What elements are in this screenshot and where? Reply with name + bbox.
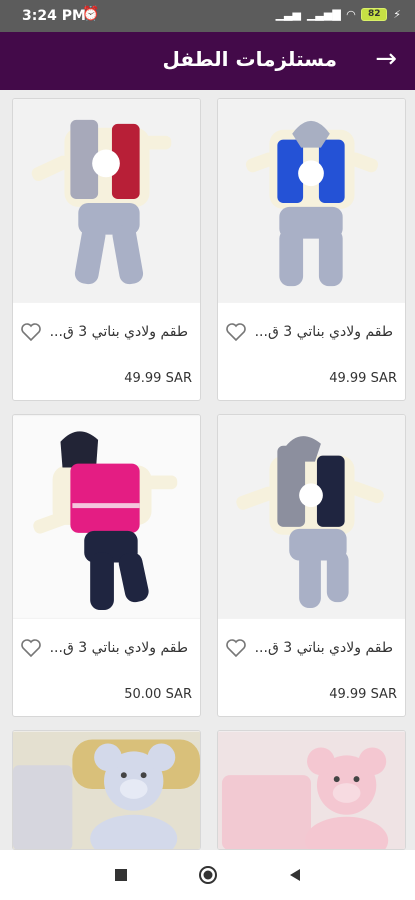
- back-arrow-icon[interactable]: →: [375, 44, 397, 74]
- wifi-icon: ◠: [346, 8, 356, 21]
- product-name: طقم ولادي بناتي 3 ق...: [254, 324, 393, 340]
- home-icon[interactable]: [198, 865, 218, 885]
- product-image: [13, 415, 200, 619]
- charging-icon: ⚡: [393, 8, 401, 21]
- product-image: [218, 731, 405, 849]
- recent-apps-icon[interactable]: [114, 868, 128, 882]
- app-bar: مستلزمات الطفل →: [0, 32, 415, 90]
- product-card[interactable]: طقم ولادي بناتي 3 ق... 49.99 SAR: [217, 414, 406, 717]
- product-price: 49.99 SAR: [124, 371, 192, 386]
- alarm-icon: ⏰: [82, 6, 100, 22]
- product-card[interactable]: طقم ولادي بناتي 3 ق... 49.99 SAR: [217, 98, 406, 401]
- product-image: [218, 99, 405, 303]
- page-title: مستلزمات الطفل: [162, 47, 337, 71]
- product-card[interactable]: [217, 730, 406, 850]
- back-triangle-icon[interactable]: [288, 867, 302, 883]
- signal-icon: ▁▃▅: [275, 8, 301, 21]
- signal-icon-2: ▁▃▅▇: [306, 8, 341, 21]
- product-image: [13, 731, 200, 849]
- heart-icon[interactable]: [224, 636, 248, 660]
- heart-icon[interactable]: [224, 320, 248, 344]
- product-name: طقم ولادي بناتي 3 ق...: [254, 640, 393, 656]
- product-name: طقم ولادي بناتي 3 ق...: [49, 324, 188, 340]
- heart-icon[interactable]: [19, 636, 43, 660]
- battery-icon: 82: [361, 8, 388, 21]
- status-icons: ▁▃▅ ▁▃▅▇ ◠ 82 ⚡: [276, 8, 401, 21]
- product-card[interactable]: طقم ولادي بناتي 3 ق... 49.99 SAR: [12, 98, 201, 401]
- navigation-bar: [0, 850, 415, 900]
- product-image: [218, 415, 405, 619]
- product-card[interactable]: [12, 730, 201, 850]
- product-name: طقم ولادي بناتي 3 ق...: [49, 640, 188, 656]
- heart-icon[interactable]: [19, 320, 43, 344]
- product-price: 49.99 SAR: [329, 371, 397, 386]
- product-image: [13, 99, 200, 303]
- product-price: 50.00 SAR: [124, 687, 192, 702]
- status-bar: 3:24 PM ⏰ ▁▃▅ ▁▃▅▇ ◠ 82 ⚡: [0, 0, 415, 32]
- product-price: 49.99 SAR: [329, 687, 397, 702]
- status-time: 3:24 PM: [22, 8, 86, 24]
- product-card[interactable]: طقم ولادي بناتي 3 ق... 50.00 SAR: [12, 414, 201, 717]
